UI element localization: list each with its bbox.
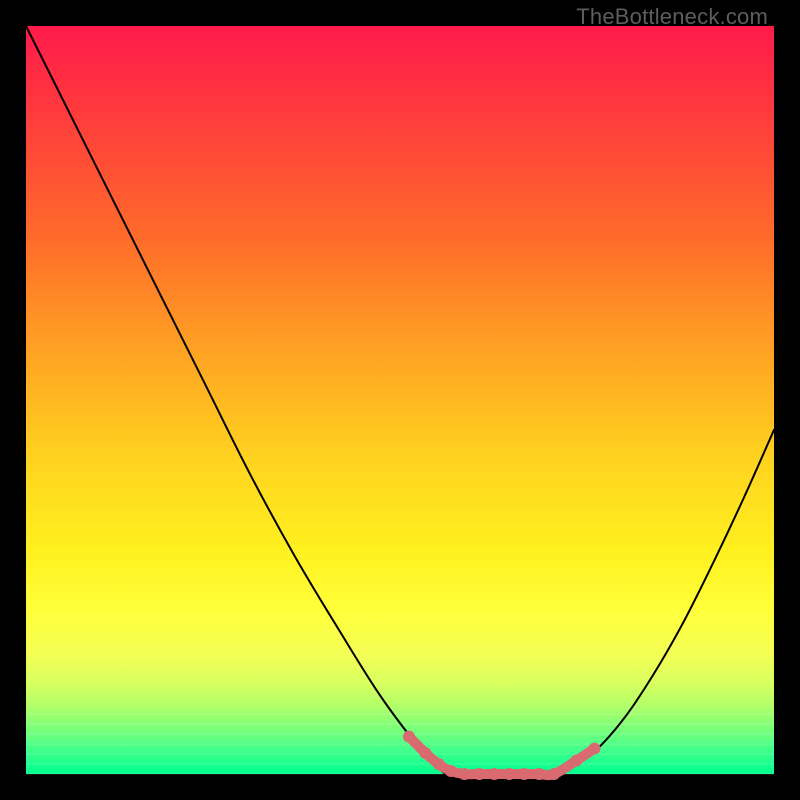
marker-dot [503,768,515,780]
marker-dot [571,755,583,767]
marker-dot [488,768,500,780]
curve-right [565,430,774,773]
marker-dot [548,768,560,780]
marker-dot [458,768,470,780]
marker-dot [473,768,485,780]
marker-dot [518,768,530,780]
marker-dot [588,743,600,755]
chart-svg-layer [26,26,774,774]
chart-frame [26,26,774,774]
marker-dot [445,765,457,777]
curve-left [26,26,445,774]
marker-dot [433,758,445,770]
watermark-text: TheBottleneck.com [576,4,768,30]
marker-dot [533,768,545,780]
marker-dot [403,731,415,743]
marker-dot [419,747,431,759]
